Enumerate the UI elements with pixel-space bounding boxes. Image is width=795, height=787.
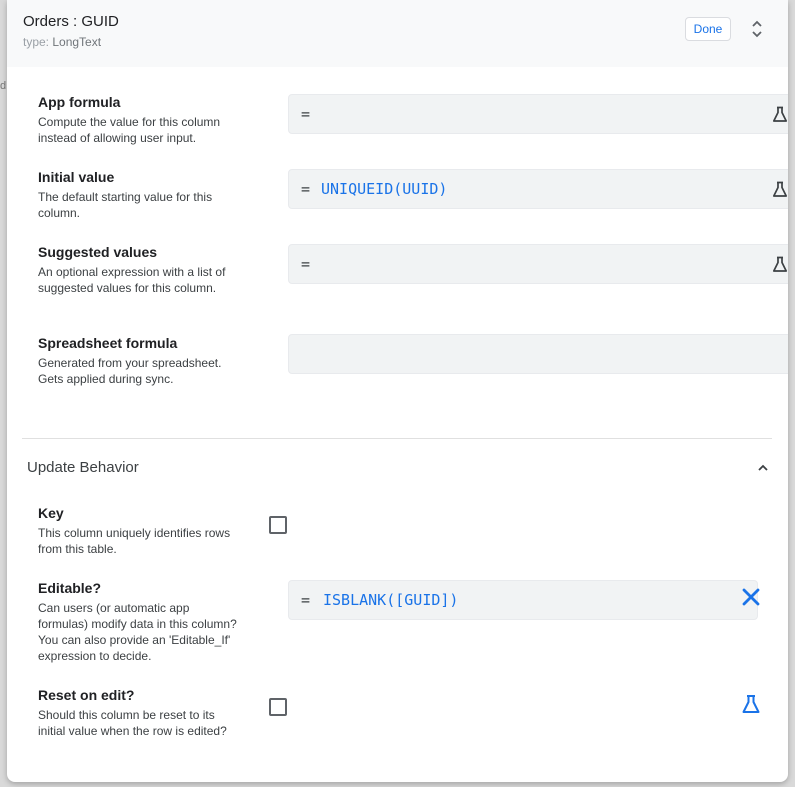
row-label: Reset on edit? [38, 687, 135, 703]
key-checkbox[interactable] [269, 516, 287, 534]
reset-on-edit-row: Reset on edit? Should this column be res… [38, 687, 778, 739]
row-description: Generated from your spreadsheet. Gets ap… [38, 356, 222, 386]
flask-icon[interactable] [772, 256, 788, 273]
page-title: Orders : GUID [23, 13, 119, 30]
section-title[interactable]: Update Behavior [27, 459, 139, 476]
column-type: type: LongText [23, 35, 101, 49]
section-divider [22, 438, 772, 439]
row-description: The default starting value for this colu… [38, 190, 213, 220]
suggested-values-field[interactable]: = [288, 244, 788, 284]
background-text: d [0, 80, 7, 92]
equals-sign: = [301, 180, 311, 198]
type-value: LongText [52, 35, 102, 49]
type-label: type: [23, 35, 50, 49]
app-formula-row: App formula Compute the value for this c… [38, 94, 788, 146]
row-description: Can users (or automatic app formulas) mo… [38, 601, 237, 663]
flask-icon[interactable] [741, 694, 761, 714]
equals-sign: = [301, 105, 311, 123]
close-icon[interactable] [741, 587, 761, 607]
editable-row: Editable? Can users (or automatic app fo… [38, 580, 778, 664]
formula-expression: ISBLANK([GUID]) [323, 591, 459, 609]
row-label: Key [38, 505, 64, 521]
row-description: Compute the value for this column instea… [38, 115, 221, 145]
spreadsheet-formula-field [288, 334, 788, 374]
initial-value-field[interactable]: = UNIQUEID(UUID) [288, 169, 788, 209]
editable-field[interactable]: = ISBLANK([GUID]) [288, 580, 758, 620]
key-row: Key This column uniquely identifies rows… [38, 505, 778, 557]
unfold-icon[interactable] [749, 18, 765, 40]
chevron-up-icon[interactable] [756, 461, 770, 475]
formula-expression: UNIQUEID(UUID) [321, 180, 448, 198]
row-description: Should this column be reset to its initi… [38, 708, 227, 738]
equals-sign: = [301, 591, 311, 609]
spreadsheet-formula-row: Spreadsheet formula Generated from your … [38, 334, 788, 387]
row-description: This column uniquely identifies rows fro… [38, 526, 231, 556]
equals-sign: = [301, 255, 311, 273]
done-button[interactable]: Done [685, 17, 731, 41]
reset-on-edit-checkbox[interactable] [269, 698, 287, 716]
app-formula-field[interactable]: = [288, 94, 788, 134]
column-editor-panel: Orders : GUID type: LongText Done App fo… [7, 0, 788, 782]
flask-icon[interactable] [772, 181, 788, 198]
initial-value-row: Initial value The default starting value… [38, 169, 788, 221]
panel-header: Orders : GUID type: LongText Done [7, 0, 788, 67]
suggested-values-row: Suggested values An optional expression … [38, 244, 788, 296]
flask-icon[interactable] [772, 106, 788, 123]
row-description: An optional expression with a list of su… [38, 265, 226, 295]
